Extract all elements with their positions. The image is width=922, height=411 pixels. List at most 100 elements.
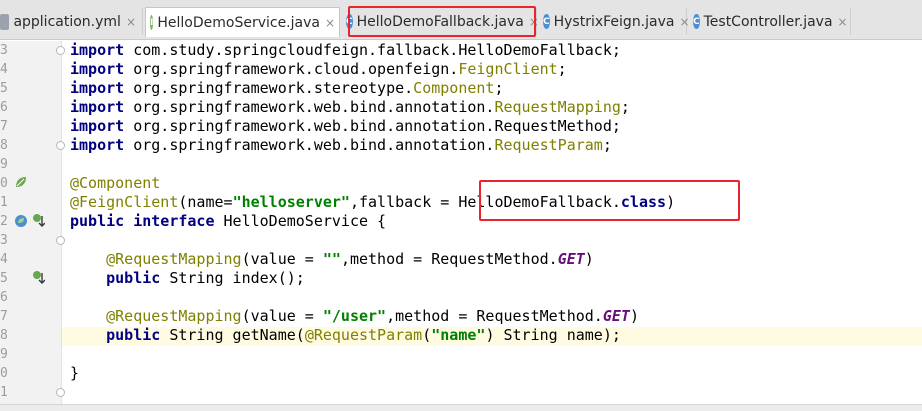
code-line: import org.springframework.cloud.openfei…: [70, 60, 567, 79]
fold-toggle-icon[interactable]: [56, 236, 65, 245]
code-text: ,fallback = HelloDemoFallback.: [349, 193, 621, 211]
line-number: 1: [0, 385, 8, 400]
tab-hellodemofallback-java[interactable]: C HelloDemoFallback.java ×: [342, 8, 539, 35]
close-icon[interactable]: ×: [126, 15, 136, 29]
annotation-name: RequestMapping: [494, 98, 621, 116]
keyword: public: [106, 269, 161, 287]
spring-bean-icon[interactable]: [14, 175, 28, 189]
line-number: 5: [0, 271, 8, 286]
line-number: 5: [0, 81, 8, 96]
code-text: ,method = RequestMethod.: [386, 307, 603, 325]
code-text: ;: [620, 98, 630, 116]
code-text: ,method = RequestMethod.: [340, 250, 558, 268]
annotation: @RequestMapping: [106, 250, 242, 268]
code-line: import org.springframework.web.bind.anno…: [70, 117, 621, 136]
line-number: 9: [0, 347, 8, 362]
annotation-name: Component: [413, 79, 495, 97]
code-line: import org.springframework.web.bind.anno…: [70, 98, 630, 117]
keyword: public: [106, 326, 161, 344]
close-icon[interactable]: ×: [838, 15, 848, 29]
yml-file-icon: [0, 13, 10, 30]
fold-toggle-icon[interactable]: [56, 46, 65, 55]
close-icon[interactable]: ×: [529, 15, 539, 29]
interface-icon: I: [150, 15, 154, 30]
code-text: ;: [494, 79, 504, 97]
code-text: ;: [557, 60, 567, 78]
keyword: public: [70, 212, 125, 230]
enum-constant: GET: [557, 250, 585, 268]
line-number: 2: [0, 214, 8, 229]
code-text: }: [70, 364, 80, 382]
keyword: import: [70, 60, 125, 78]
close-icon[interactable]: ×: [325, 16, 335, 30]
line-number: 0: [0, 176, 8, 191]
keyword: import: [70, 136, 125, 154]
code-line: public String getName(@RequestParam("nam…: [70, 326, 621, 345]
tab-hellodemoservice-java[interactable]: I HelloDemoService.java ×: [145, 7, 340, 37]
line-number: 7: [0, 309, 8, 324]
keyword: import: [70, 117, 125, 135]
tab-label: HelloDemoService.java: [157, 14, 320, 31]
code-text: org.springframework.web.bind.annotation.: [124, 98, 495, 116]
line-number-gutter: 3 4 5 6 7 8 9 0 1 2 3 4 5 6 7 8 9 0 1: [0, 41, 65, 411]
annotation-name: RequestParam: [494, 136, 603, 154]
status-bar: [0, 404, 922, 411]
code-text: org.springframework.web.bind.annotation.…: [124, 117, 621, 135]
tab-testcontroller-java[interactable]: C TestController.java ×: [689, 8, 851, 35]
line-number: 9: [0, 157, 8, 172]
annotation: @RequestParam: [304, 326, 423, 344]
enum-constant: GET: [602, 307, 630, 325]
implemented-down-arrow-icon[interactable]: [31, 213, 45, 229]
string-literal: "name": [431, 326, 486, 344]
code-text: ) String name);: [485, 326, 621, 344]
code-line: }: [70, 364, 79, 383]
annotation: @RequestMapping: [106, 307, 242, 325]
tab-label: HelloDemoFallback.java: [356, 13, 524, 30]
line-number: 8: [0, 138, 8, 153]
annotation: @Component: [70, 174, 161, 192]
tab-hystrixfeign-java[interactable]: C HystrixFeign.java ×: [539, 8, 690, 35]
line-number: 1: [0, 195, 8, 210]
code-text: ): [629, 307, 639, 325]
code-line: @RequestMapping(value = "/user",method =…: [70, 307, 639, 326]
code-text: HelloDemoService {: [214, 212, 387, 230]
fold-toggle-icon[interactable]: [56, 141, 65, 150]
code-text: com.study.springcloudfeign.fallback.Hell…: [124, 41, 621, 59]
code-line: public String index();: [70, 269, 305, 288]
keyword: import: [70, 79, 125, 97]
code-line: @RequestMapping(value = "",method = Requ…: [70, 250, 594, 269]
keyword: import: [70, 98, 125, 116]
line-number: 7: [0, 119, 8, 134]
code-editor[interactable]: 3 4 5 6 7 8 9 0 1 2 3 4 5 6 7 8 9 0 1 im…: [0, 41, 922, 411]
code-text: (name=: [178, 193, 233, 211]
line-number: 3: [0, 43, 8, 58]
annotation-name: FeignClient: [458, 60, 558, 78]
annotation: @FeignClient: [70, 193, 179, 211]
editor-tab-bar: application.yml × I HelloDemoService.jav…: [0, 0, 922, 40]
code-text: (value =: [241, 250, 323, 268]
line-number: 0: [0, 366, 8, 381]
code-line: @Component: [70, 174, 160, 193]
code-text: org.springframework.stereotype.: [124, 79, 414, 97]
implemented-down-arrow-icon[interactable]: [31, 270, 45, 286]
code-text: (value =: [241, 307, 323, 325]
code-line: public interface HelloDemoService {: [70, 212, 386, 231]
code-text: ;: [602, 136, 612, 154]
spring-bean-icon[interactable]: [14, 214, 28, 228]
code-text: String index();: [160, 269, 305, 287]
code-line: import com.study.springcloudfeign.fallba…: [70, 41, 621, 60]
line-number: 8: [0, 328, 8, 343]
code-line: import org.springframework.web.bind.anno…: [70, 136, 612, 155]
tab-label: TestController.java: [703, 13, 833, 30]
code-text: String getName(: [160, 326, 305, 344]
code-text: (: [422, 326, 432, 344]
class-icon: C: [346, 14, 353, 29]
tab-application-yml[interactable]: application.yml ×: [0, 8, 143, 35]
code-text: ): [666, 193, 676, 211]
fold-toggle-icon[interactable]: [56, 388, 65, 397]
